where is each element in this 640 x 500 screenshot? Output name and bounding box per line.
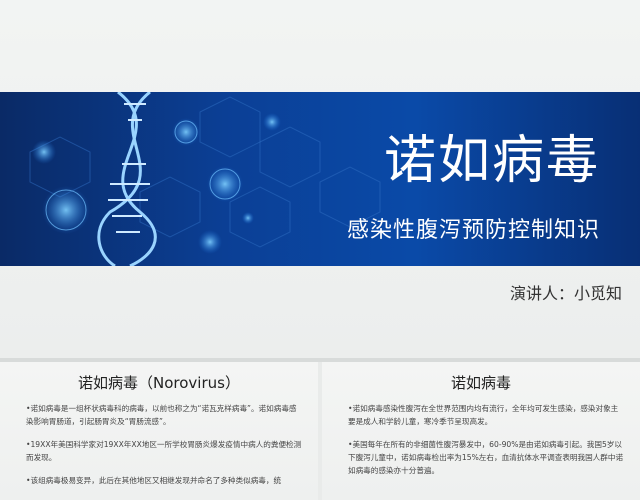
left-bullet-list: •诺如病毒是一组杯状病毒科的病毒，以前也称之为“诺瓦克样病毒”。诺如病毒感染影响… <box>26 402 302 497</box>
slide-title: 诺如病毒 <box>383 131 600 191</box>
list-item: •诺如病毒是一组杯状病毒科的病毒，以前也称之为“诺瓦克样病毒”。诺如病毒感染影响… <box>26 404 297 426</box>
list-item: •诺如病毒感染性腹泻在全世界范围内均有流行，全年均可发生感染，感染对象主要是成人… <box>348 404 619 426</box>
list-item: •美国每年在所有的非细菌性腹泻暴发中，60-90%是由诺如病毒引起。我国5岁以下… <box>348 440 624 475</box>
left-content-panel: 诺如病毒（Norovirus） •诺如病毒是一组杯状病毒科的病毒，以前也称之为“… <box>0 362 318 500</box>
speaker-label: 演讲人：小觅知 <box>509 284 622 303</box>
right-panel-heading: 诺如病毒 <box>450 374 511 392</box>
right-bullet-list: •诺如病毒感染性腹泻在全世界范围内均有流行，全年均可发生感染，感染对象主要是成人… <box>348 402 624 487</box>
right-content-panel: 诺如病毒 •诺如病毒感染性腹泻在全世界范围内均有流行，全年均可发生感染，感染对象… <box>322 362 640 500</box>
list-item: •该组病毒极易变异，此后在其他地区又相继发现并命名了多种类似病毒，统 <box>26 476 282 485</box>
list-item: •19XX年美国科学家对19XX年XX地区一所学校胃肠炎爆发疫情中病人的粪便检测… <box>26 440 302 462</box>
left-panel-heading: 诺如病毒（Norovirus） <box>78 374 240 392</box>
slide-subtitle: 感染性腹泻预防控制知识 <box>346 218 600 243</box>
